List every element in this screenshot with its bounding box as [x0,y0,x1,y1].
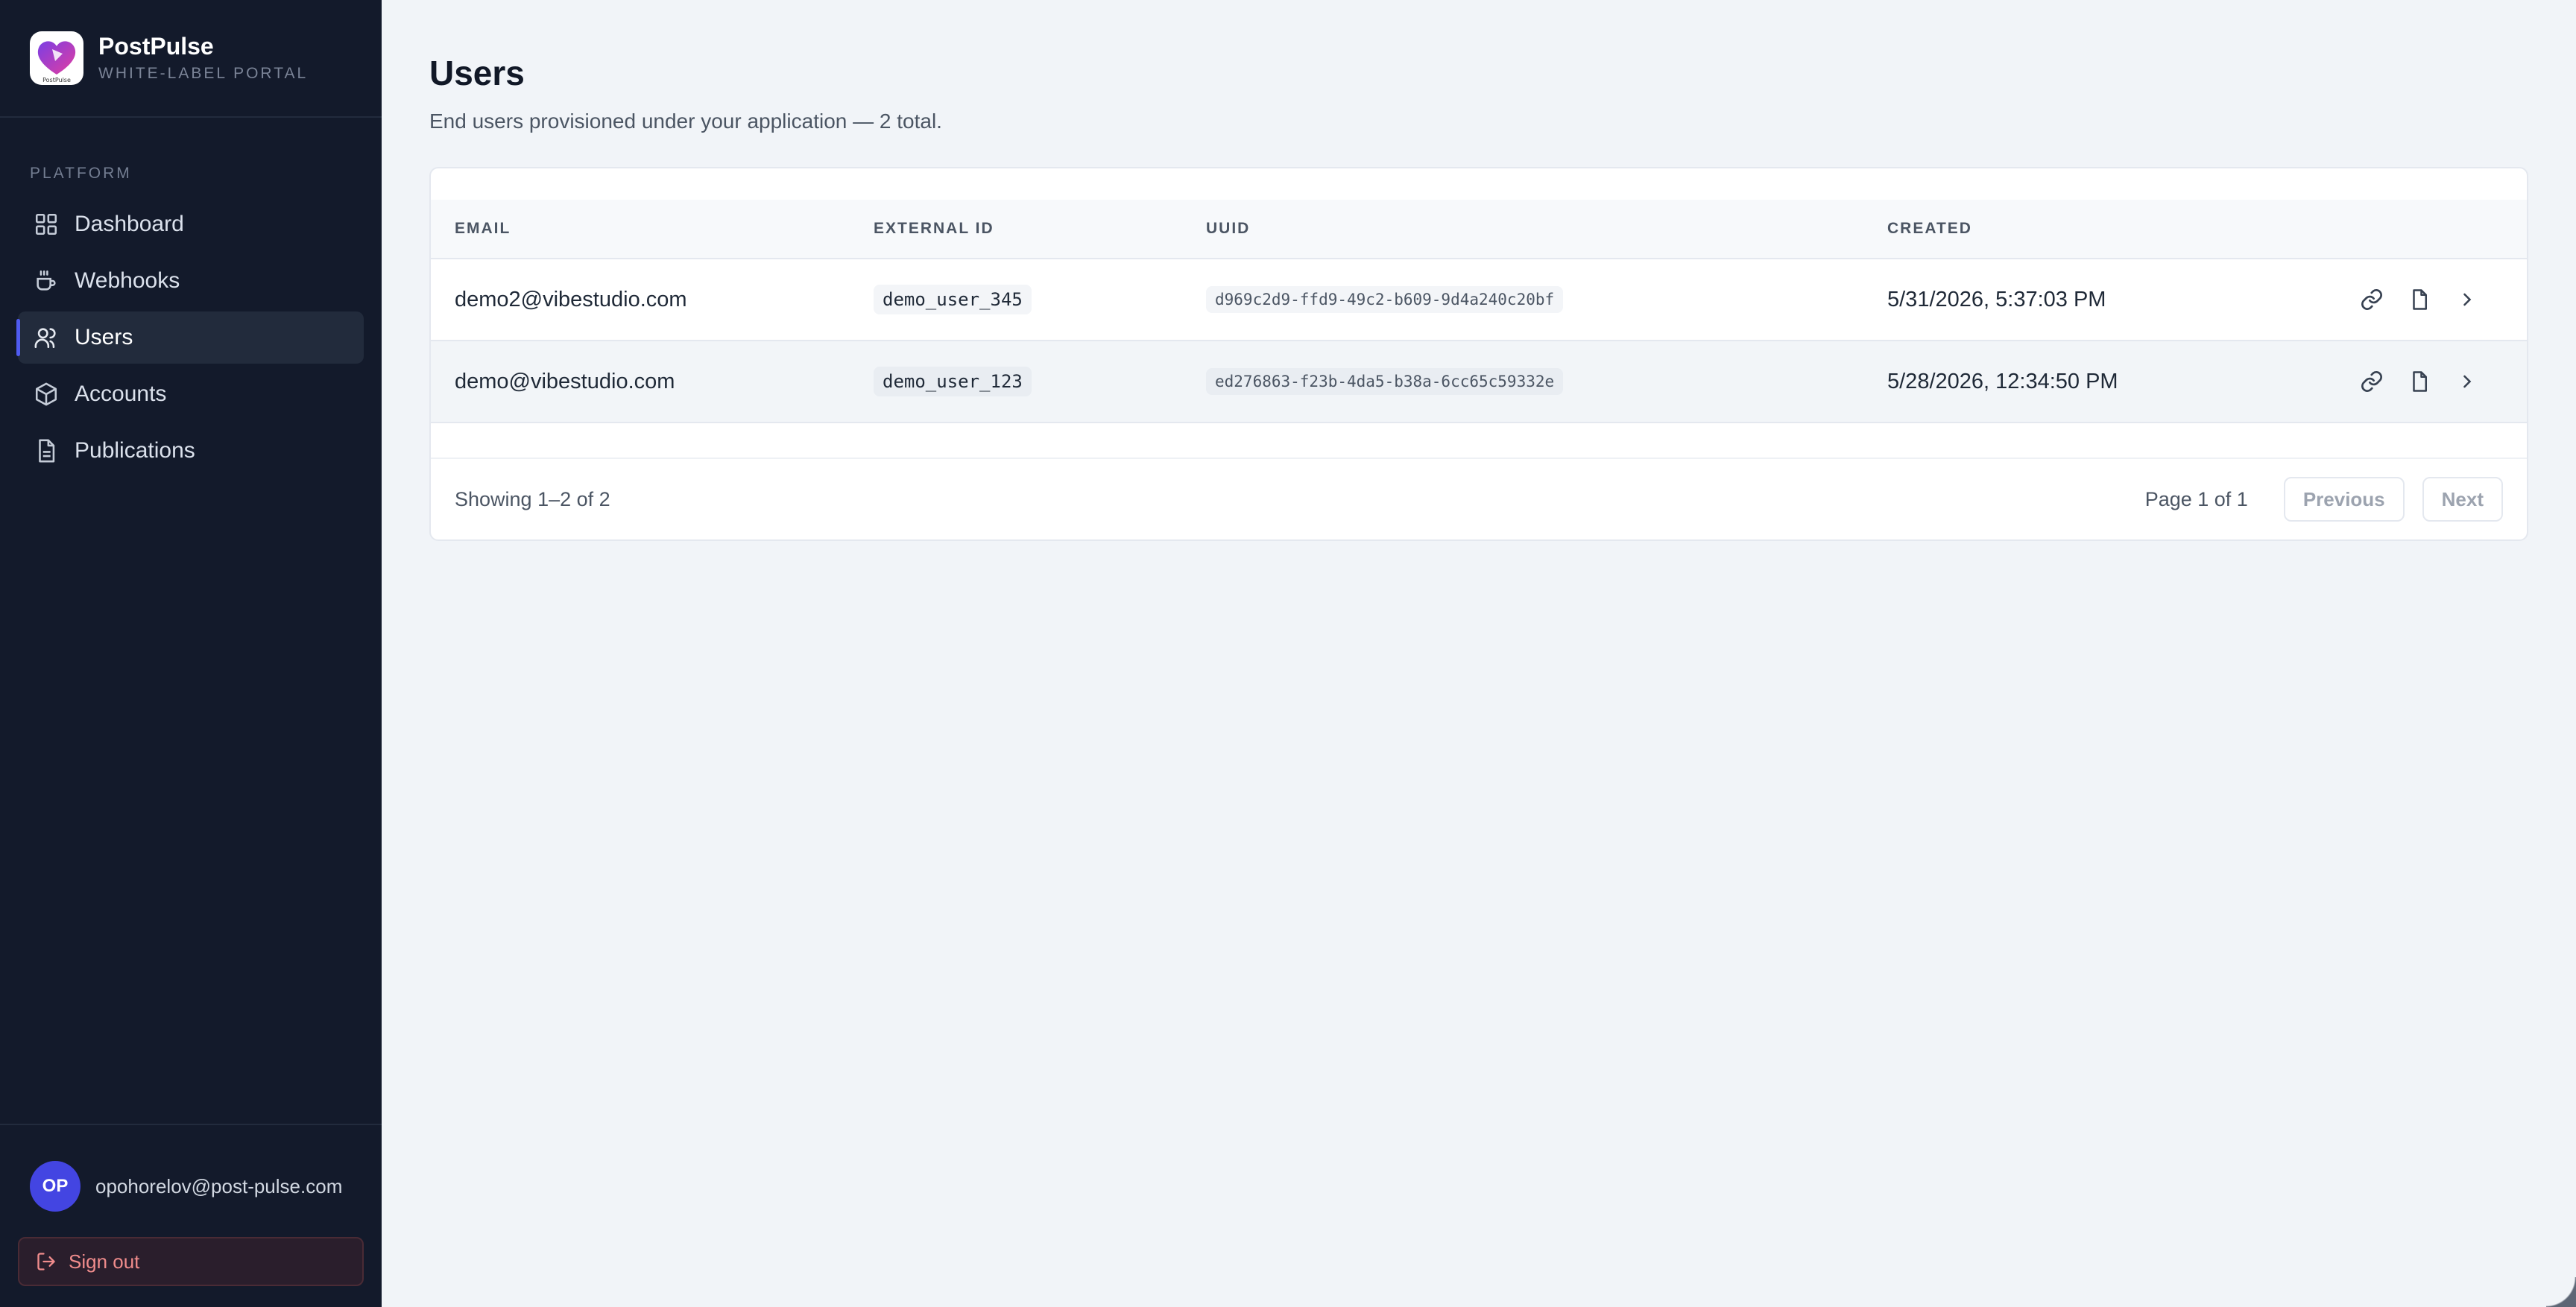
sidebar-item-label: Dashboard [75,212,184,236]
sidebar-item-publications[interactable]: Publications [18,425,364,477]
sidebar-item-label: Webhooks [75,268,180,293]
grid-icon [31,209,61,239]
document-icon [31,436,61,466]
box-icon [31,379,61,409]
table-footer: Showing 1–2 of 2 Page 1 of 1 Previous Ne… [431,458,2527,539]
brand-name: PostPulse [98,33,214,60]
view-document-button[interactable] [2396,358,2443,405]
page-subtitle: End users provisioned under your applica… [429,110,942,133]
sidebar: PostPulse PostPulse WHITE-LABEL PORTAL P… [0,0,382,1307]
column-header-email: EMAIL [455,220,511,237]
uuid-cell: ed276863-f23b-4da5-b38a-6cc65c59332e [1206,368,1564,395]
users-icon [31,323,61,352]
previous-page-button[interactable]: Previous [2283,477,2405,522]
page-title: Users [429,54,525,92]
users-table-card: EMAIL EXTERNAL ID UUID CREATED demo2@vib… [429,167,2528,541]
cup-icon [31,266,61,296]
pagination: Page 1 of 1 Previous Next [2145,477,2503,522]
sign-out-label: Sign out [69,1250,140,1273]
app-root: PostPulse PostPulse WHITE-LABEL PORTAL P… [0,0,2576,1307]
next-page-button[interactable]: Next [2422,477,2503,522]
created-cell: 5/31/2026, 5:37:03 PM [1887,287,2106,311]
column-header-uuid: UUID [1206,220,1251,237]
svg-text:PostPulse: PostPulse [42,77,71,83]
user-email-cell: demo@vibestudio.com [455,369,675,393]
external-id-cell: demo_user_123 [874,367,1032,396]
chevron-right-icon [2463,375,2472,388]
file-icon [2413,289,2427,310]
sign-out-button[interactable]: Sign out [18,1237,364,1286]
sidebar-item-webhooks[interactable]: Webhooks [18,255,364,307]
uuid-cell: d969c2d9-ffd9-49c2-b609-9d4a240c20bf [1206,286,1564,313]
current-user: OP opohorelov@post-pulse.com [0,1125,382,1212]
sidebar-nav: Dashboard Webhooks Users Accounts Public… [0,198,382,481]
user-email: opohorelov@post-pulse.com [95,1174,343,1197]
link-icon [2361,371,2382,392]
sidebar-item-accounts[interactable]: Accounts [18,368,364,420]
open-row-button[interactable] [2443,358,2491,405]
sidebar-footer: OP opohorelov@post-pulse.com Sign out [0,1124,382,1307]
sidebar-item-dashboard[interactable]: Dashboard [18,198,364,250]
nav-section-label: PLATFORM [30,165,132,182]
view-document-button[interactable] [2396,276,2443,323]
external-id-cell: demo_user_345 [874,285,1032,314]
chevron-right-icon [2463,293,2472,306]
brand-header[interactable]: PostPulse PostPulse WHITE-LABEL PORTAL [0,0,382,118]
logout-icon [36,1250,58,1273]
file-icon [2413,371,2427,392]
copy-link-button[interactable] [2348,276,2396,323]
table-row[interactable]: demo@vibestudio.com demo_user_123 ed2768… [431,341,2527,423]
created-cell: 5/28/2026, 12:34:50 PM [1887,369,2118,393]
users-table: EMAIL EXTERNAL ID UUID CREATED demo2@vib… [431,200,2527,443]
table-row[interactable]: demo2@vibestudio.com demo_user_345 d969c… [431,259,2527,341]
sidebar-item-users[interactable]: Users [16,311,364,364]
user-email-cell: demo2@vibestudio.com [455,287,687,311]
copy-link-button[interactable] [2348,358,2396,405]
postpulse-logo: PostPulse [30,31,83,85]
sidebar-item-label: Publications [75,438,195,463]
column-header-created: CREATED [1887,220,1972,237]
brand-subtitle: WHITE-LABEL PORTAL [98,65,309,82]
sidebar-item-label: Users [75,325,133,349]
showing-count: Showing 1–2 of 2 [455,487,610,510]
avatar: OP [30,1161,80,1212]
page-indicator: Page 1 of 1 [2144,487,2248,510]
open-row-button[interactable] [2443,276,2491,323]
table-header: EMAIL EXTERNAL ID UUID CREATED [431,200,2527,259]
main-content: Users End users provisioned under your a… [382,0,2576,1307]
window-corner [2546,1277,2576,1307]
sidebar-item-label: Accounts [75,382,167,406]
link-icon [2361,289,2382,310]
column-header-external-id: EXTERNAL ID [874,220,994,237]
